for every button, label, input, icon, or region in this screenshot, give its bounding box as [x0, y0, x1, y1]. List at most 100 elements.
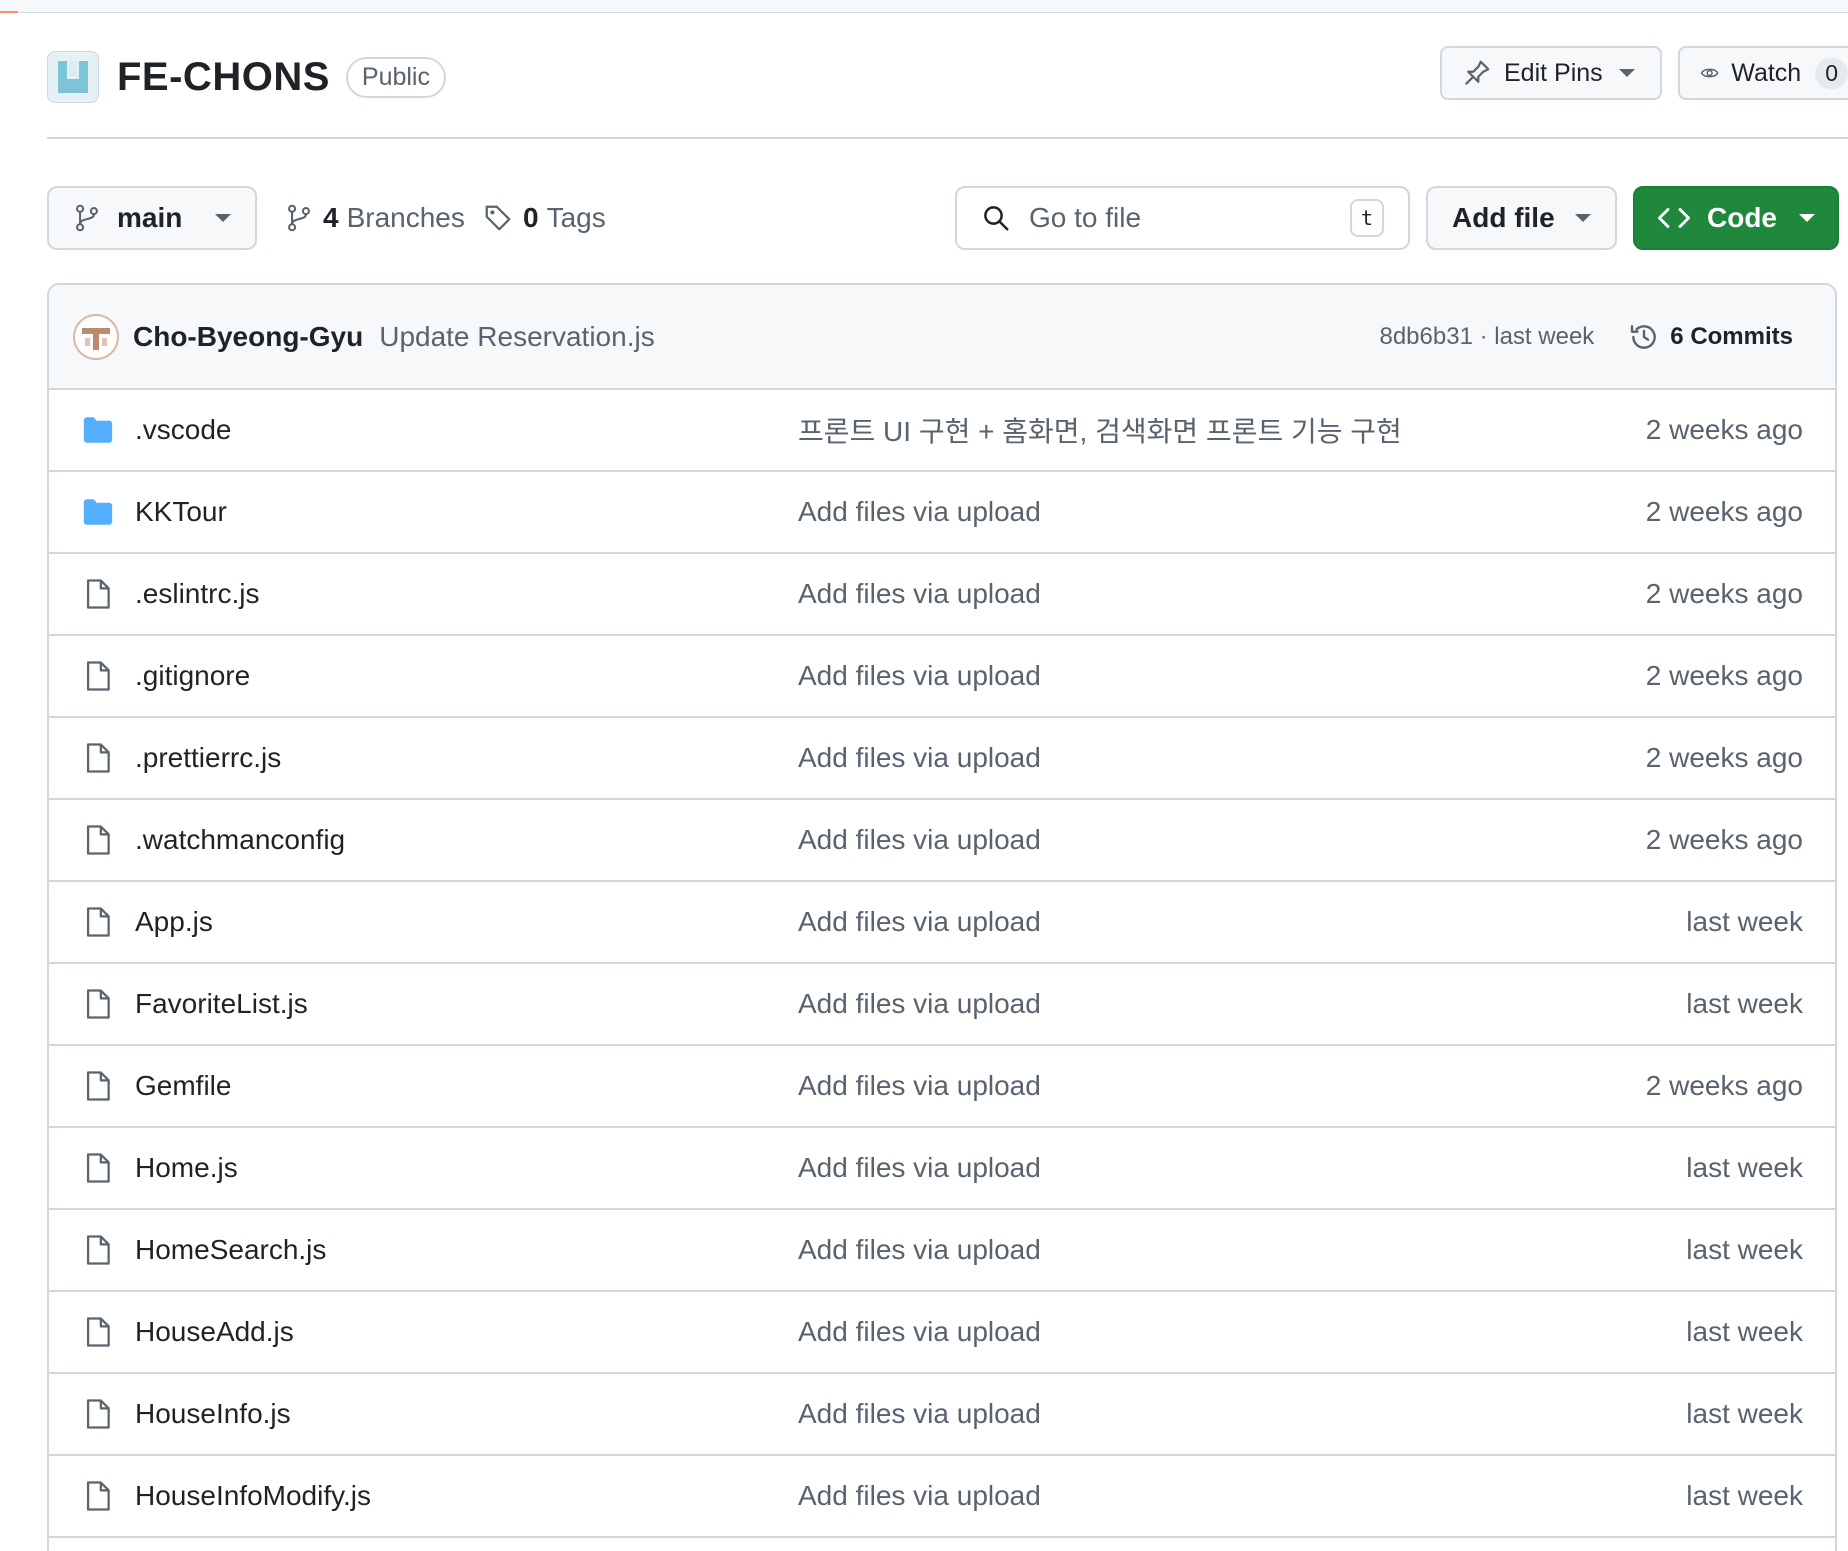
file-name-link[interactable]: .gitignore — [135, 660, 250, 692]
file-name-link[interactable]: KKTour — [135, 496, 227, 528]
file-name-link[interactable]: .eslintrc.js — [135, 578, 259, 610]
commit-date: last week — [1686, 1398, 1803, 1429]
repo-header: FE-CHONS Public — [47, 48, 446, 106]
commit-date: last week — [1686, 1152, 1803, 1183]
active-tab-underline — [0, 11, 18, 13]
commit-author[interactable]: Cho-Byeong-Gyu — [133, 321, 363, 353]
commit-message-link[interactable]: Add files via upload — [798, 1234, 1041, 1266]
commit-message-link[interactable]: Add files via upload — [798, 1070, 1041, 1102]
file-name-link[interactable]: HouseInfoModify.js — [135, 1480, 371, 1512]
branches-link[interactable]: 4 Branches — [285, 186, 465, 250]
keyboard-shortcut-hint: t — [1350, 199, 1384, 237]
file-name-link[interactable]: App.js — [135, 906, 213, 938]
commit-message-link[interactable]: 프론트 UI 구현 + 홈화면, 검색화면 프론트 기능 구현 — [798, 410, 1402, 450]
branch-selector[interactable]: main — [47, 186, 257, 250]
file-name-link[interactable]: HomeSearch.js — [135, 1234, 326, 1266]
file-row[interactable]: App.js Add files via upload last week — [49, 882, 1835, 964]
branch-icon — [288, 204, 310, 232]
commit-hash-time[interactable]: 8db6b31 · last week — [1379, 323, 1594, 351]
file-row[interactable]: Home.js Add files via upload last week — [49, 1128, 1835, 1210]
file-icon — [81, 1069, 115, 1103]
commit-message-link[interactable]: Add files via upload — [798, 824, 1041, 856]
chevron-down-icon — [1799, 214, 1815, 222]
commit-date: last week — [1686, 1234, 1803, 1265]
file-row[interactable]: HomeSearch.js Add files via upload last we… — [49, 1210, 1835, 1292]
file-name-link[interactable]: .prettierrc.js — [135, 742, 281, 774]
commit-message-link[interactable]: Add files via upload — [798, 496, 1041, 528]
commit-message[interactable]: Update Reservation.js — [379, 321, 654, 353]
file-icon — [81, 905, 115, 939]
commit-message-link[interactable]: Add files via upload — [798, 1398, 1041, 1430]
commit-date: last week — [1686, 1316, 1803, 1347]
file-row[interactable]: .vscode 프론트 UI 구현 + 홈화면, 검색화면 프론트 기능 구현 2 … — [49, 390, 1835, 472]
tags-link[interactable]: 0 Tags — [483, 186, 606, 250]
edit-pins-label: Edit Pins — [1504, 58, 1603, 87]
tags-label: Tags — [546, 202, 606, 233]
add-file-label: Add file — [1452, 202, 1555, 233]
file-row[interactable]: HouseAdd.js Add files via upload last week — [49, 1292, 1835, 1374]
commit-date: 2 weeks ago — [1645, 578, 1803, 609]
commit-date: last week — [1686, 988, 1803, 1019]
repo-avatar[interactable] — [47, 51, 99, 103]
file-name-link[interactable]: FavoriteList.js — [135, 988, 308, 1020]
repo-actions: Edit Pins Watch 0 — [1440, 46, 1848, 100]
file-name-link[interactable]: Gemfile — [135, 1070, 231, 1102]
code-button[interactable]: Code — [1633, 186, 1839, 250]
edit-pins-button[interactable]: Edit Pins — [1440, 46, 1662, 100]
file-row[interactable]: Gemfile Add files via upload 2 weeks ago — [49, 1046, 1835, 1128]
file-name-link[interactable]: HouseInfo.js — [135, 1398, 291, 1430]
commit-date: 2 weeks ago — [1645, 496, 1803, 527]
file-name-link[interactable]: HouseAdd.js — [135, 1316, 294, 1348]
file-name-link[interactable]: Home.js — [135, 1152, 238, 1184]
go-to-file-input[interactable]: Go to file t — [955, 186, 1410, 250]
file-name-link[interactable]: .watchmanconfig — [135, 824, 345, 856]
commit-message-link[interactable]: Add files via upload — [798, 1316, 1041, 1348]
commit-message-link[interactable]: Add files via upload — [798, 742, 1041, 774]
commit-message-link[interactable]: Add files via upload — [798, 578, 1041, 610]
code-icon — [1657, 208, 1691, 228]
eye-icon — [1700, 68, 1719, 78]
file-row[interactable]: HouseInfo.js Add files via upload last wee… — [49, 1374, 1835, 1456]
file-icon — [81, 1397, 115, 1431]
commit-date: 2 weeks ago — [1645, 824, 1803, 855]
author-avatar[interactable] — [73, 313, 119, 360]
file-name-link[interactable]: .vscode — [135, 414, 232, 446]
file-icon — [81, 741, 115, 775]
commits-history-link[interactable]: 6 Commits — [1628, 321, 1793, 353]
file-row[interactable]: .eslintrc.js Add files via upload 2 weeks … — [49, 554, 1835, 636]
branches-count: 4 — [323, 202, 339, 233]
commits-label: 6 Commits — [1670, 322, 1793, 350]
branches-label: Branches — [346, 202, 465, 233]
search-placeholder: Go to file — [1029, 202, 1142, 233]
file-row[interactable]: .watchmanconfig Add files via upload 2 wee… — [49, 800, 1835, 882]
file-row[interactable]: FavoriteList.js Add files via upload last … — [49, 964, 1835, 1046]
file-list: Cho-Byeong-Gyu Update Reservation.js 8db… — [47, 283, 1837, 1551]
file-icon — [81, 577, 115, 611]
folder-icon — [81, 495, 115, 529]
watch-button[interactable]: Watch 0 — [1678, 46, 1848, 100]
repo-name[interactable]: FE-CHONS — [117, 55, 330, 100]
add-file-button[interactable]: Add file — [1426, 186, 1617, 250]
file-row[interactable]: HouseInfoModify.js Add files via upload la… — [49, 1456, 1835, 1538]
commit-message-link[interactable]: Add files via upload — [798, 1480, 1041, 1512]
commit-date: 2 weeks ago — [1645, 1070, 1803, 1101]
file-row[interactable]: .prettierrc.js Add files via upload 2 week… — [49, 718, 1835, 800]
tags-count: 0 — [523, 202, 539, 233]
code-label: Code — [1707, 202, 1777, 233]
file-row[interactable]: .gitignore Add files via upload 2 weeks ag… — [49, 636, 1835, 718]
header-divider — [47, 137, 1848, 139]
commit-message-link[interactable]: Add files via upload — [798, 660, 1041, 692]
pin-icon — [1464, 60, 1490, 86]
file-icon — [81, 1233, 115, 1267]
chevron-down-icon — [1575, 214, 1591, 222]
tag-icon — [485, 205, 511, 231]
branch-icon — [76, 204, 98, 232]
history-icon — [1631, 324, 1657, 349]
commit-message-link[interactable]: Add files via upload — [798, 1152, 1041, 1184]
commit-message-link[interactable]: Add files via upload — [798, 988, 1041, 1020]
commit-message-link[interactable]: Add files via upload — [798, 906, 1041, 938]
commit-date: 2 weeks ago — [1645, 414, 1803, 445]
file-rows: .vscode 프론트 UI 구현 + 홈화면, 검색화면 프론트 기능 구현 2 … — [49, 390, 1835, 1538]
file-row[interactable]: KKTour Add files via upload 2 weeks ago — [49, 472, 1835, 554]
watch-label: Watch — [1731, 58, 1802, 87]
